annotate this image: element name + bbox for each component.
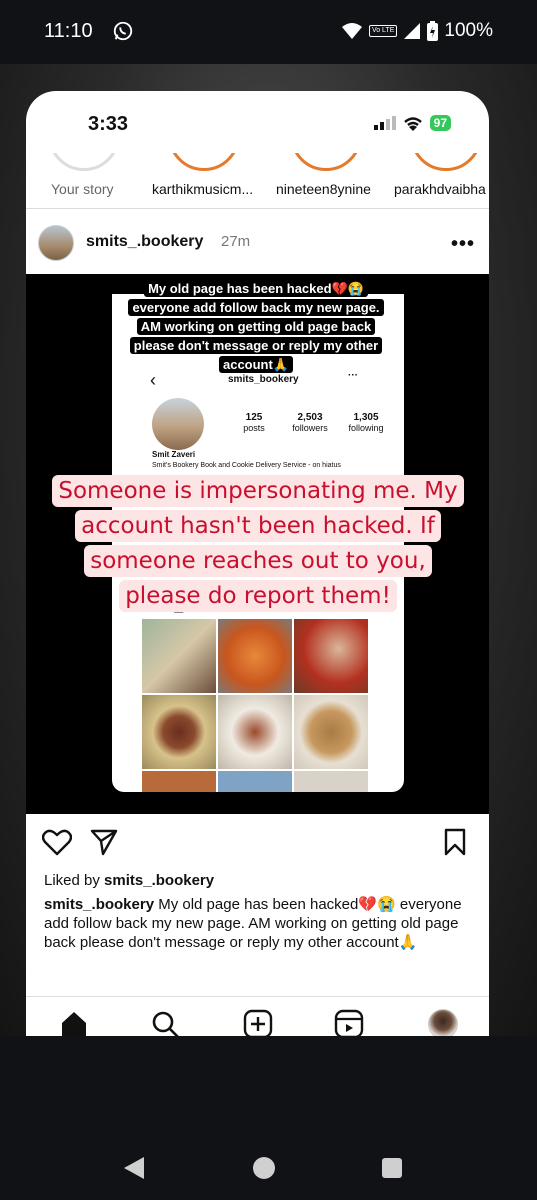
ios-status-icons: 97 xyxy=(373,115,451,131)
inner-following-stat: 1,305 following xyxy=(338,412,394,433)
recents-icon[interactable] xyxy=(382,1158,402,1178)
share-icon[interactable] xyxy=(90,828,118,856)
bottom-nav xyxy=(26,996,489,1036)
post-header: smits_.bookery 27m ••• xyxy=(26,223,489,273)
search-icon[interactable] xyxy=(150,1009,180,1036)
posts-count: 125 xyxy=(245,412,263,423)
inner-profile-name: smits_bookery xyxy=(228,374,299,385)
home-button-icon[interactable] xyxy=(253,1157,275,1179)
android-navigation-bar xyxy=(0,1036,537,1200)
grid-photo xyxy=(218,771,292,792)
liked-prefix: Liked by xyxy=(44,872,105,889)
warning-text: Someone is impersonating me. My account … xyxy=(52,475,464,612)
story-text-overlay: My old page has been hacked💔😭 everyone a… xyxy=(121,279,391,374)
story-avatar xyxy=(168,153,240,171)
post-username[interactable]: smits_.bookery xyxy=(86,233,203,251)
grid-photo xyxy=(218,619,292,693)
warning-text-overlay: Someone is impersonating me. My account … xyxy=(52,474,464,614)
inner-bio: Smit's Bookery Book and Cookie Delivery … xyxy=(152,462,341,469)
ios-clock: 3:33 xyxy=(88,113,129,135)
whatsapp-icon xyxy=(113,21,133,41)
signal-icon xyxy=(373,116,396,130)
bookmark-icon[interactable] xyxy=(443,828,467,856)
story-label: parakhdvaibha xyxy=(394,181,486,197)
post-actions xyxy=(26,826,489,866)
story-avatar xyxy=(48,153,120,171)
grid-photo xyxy=(218,695,292,769)
grid-photo xyxy=(294,695,368,769)
grid-photo xyxy=(142,771,216,792)
battery-icon xyxy=(427,21,439,41)
divider xyxy=(26,208,489,209)
story-label: Your story xyxy=(51,181,114,197)
more-icon[interactable]: ••• xyxy=(451,233,475,256)
battery-icon: 97 xyxy=(429,115,451,131)
post-timestamp: 27m xyxy=(221,233,251,250)
reels-icon[interactable] xyxy=(334,1009,364,1036)
following-label: following xyxy=(348,423,384,433)
story-avatar xyxy=(290,153,362,171)
followers-count: 2,503 xyxy=(297,412,323,423)
likes-line: Liked by smits_.bookery xyxy=(44,872,214,889)
android-status-icons: Vo LTE 100% xyxy=(341,20,493,42)
post-caption: smits_.bookery My old page has been hack… xyxy=(44,895,474,952)
caption-username[interactable]: smits_.bookery xyxy=(44,896,154,913)
inner-followers-stat: 2,503 followers xyxy=(282,412,338,433)
liked-username[interactable]: smits_.bookery xyxy=(104,872,214,889)
avatar[interactable] xyxy=(38,225,74,261)
profile-avatar-icon[interactable] xyxy=(428,1009,458,1036)
following-count: 1,305 xyxy=(353,412,379,423)
add-post-icon[interactable] xyxy=(243,1009,273,1036)
grid-photo xyxy=(294,771,368,792)
android-status-bar: 11:10 Vo LTE 100% xyxy=(0,0,537,64)
story-avatar xyxy=(410,153,482,171)
followers-label: followers xyxy=(292,423,328,433)
ios-status-bar: 3:33 97 xyxy=(26,91,489,153)
heart-icon[interactable] xyxy=(42,828,72,856)
inner-posts-stat: 125 posts xyxy=(226,412,282,433)
home-icon[interactable] xyxy=(59,1009,89,1036)
volte-badge: Vo LTE xyxy=(368,25,398,37)
wifi-icon xyxy=(341,23,362,39)
inner-bio-name: Smit Zaveri xyxy=(152,450,196,459)
stories-row: Your story karthikmusicm... nineteen8yni… xyxy=(26,153,489,231)
battery-percent: 100% xyxy=(444,20,493,41)
grid-photo xyxy=(294,619,368,693)
grid-photo xyxy=(142,619,216,693)
inner-avatar xyxy=(152,398,204,450)
wifi-icon xyxy=(403,116,422,131)
signal-icon xyxy=(404,23,421,39)
grid-photo xyxy=(142,695,216,769)
story-label: karthikmusicm... xyxy=(152,181,254,197)
post-media[interactable]: ‹ smits_bookery ··· 125 posts 2,503 foll… xyxy=(26,274,489,814)
inner-profile-header: ‹ smits_bookery ··· xyxy=(112,370,404,404)
story-text: My old page has been hacked💔😭 everyone a… xyxy=(128,280,384,373)
android-clock: 11:10 xyxy=(44,20,93,42)
instagram-screenshot: 3:33 97 Your story karthikmusicm... nine xyxy=(26,91,489,1036)
posts-label: posts xyxy=(243,423,265,433)
story-label: nineteen8ynine xyxy=(276,181,371,197)
back-icon[interactable] xyxy=(124,1157,144,1179)
